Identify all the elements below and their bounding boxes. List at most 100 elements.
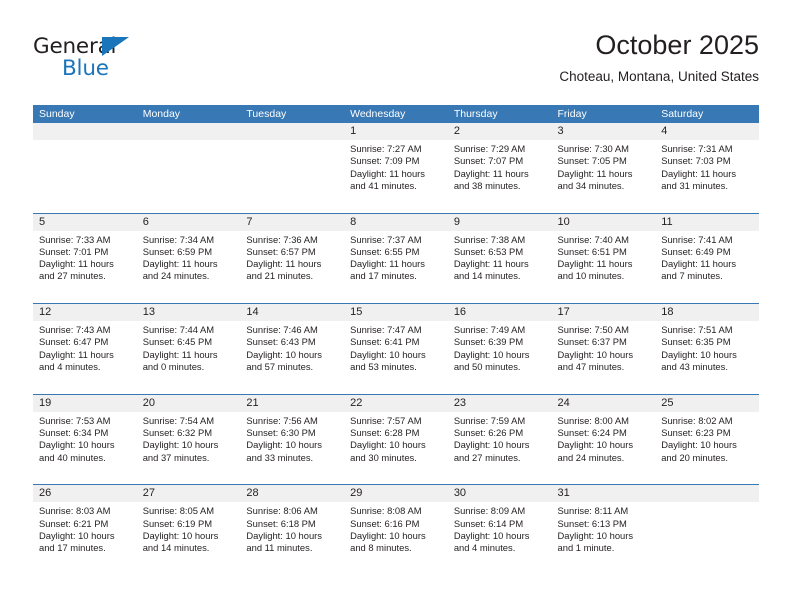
calendar-day-cell: 16 Sunrise: 7:49 AM Sunset: 6:39 PM Dayligh… [447, 304, 552, 394]
day-number: 10 [551, 213, 656, 231]
sunrise-text: Sunrise: 7:36 AM [246, 233, 318, 245]
sunset-text: Sunset: 7:03 PM [661, 155, 731, 167]
day-number: 28 [240, 485, 345, 503]
calendar-day-cell-empty [240, 123, 345, 213]
day-number [240, 123, 345, 140]
day-number: 8 [344, 213, 448, 231]
daylight-text-line2: and 53 minutes. [350, 360, 417, 372]
sunset-text: Sunset: 6:28 PM [350, 427, 420, 439]
calendar-day-cell: 3 Sunrise: 7:30 AM Sunset: 7:05 PM Daylight… [551, 123, 656, 213]
calendar-grid: Sunday Monday Tuesday Wednesday Thursday… [33, 105, 759, 575]
sunrise-text: Sunrise: 7:54 AM [142, 414, 215, 426]
weekday-header-wednesday: Wednesday [350, 108, 406, 120]
day-details: Sunrise: 7:37 AM Sunset: 6:55 PM Daylight:… [344, 231, 448, 283]
daylight-text-line1: Daylight: 10 hours [39, 439, 115, 451]
daylight-text-line2: and 0 minutes. [142, 360, 205, 372]
day-number: 13 [136, 304, 241, 322]
sunrise-text: Sunrise: 7:51 AM [661, 324, 733, 336]
day-number [655, 485, 759, 503]
daylight-text-line1: Daylight: 10 hours [350, 529, 426, 541]
day-number: 27 [136, 485, 241, 503]
calendar-day-cell: 31 Sunrise: 8:11 AM Sunset: 6:13 PM Dayligh… [551, 485, 656, 575]
daylight-text-line2: and 47 minutes. [557, 360, 625, 372]
weekday-header-saturday: Saturday [661, 108, 704, 120]
calendar-week-row: 5 Sunrise: 7:33 AM Sunset: 7:01 PM Daylight… [33, 212, 759, 304]
sunrise-text: Sunrise: 7:46 AM [246, 324, 318, 336]
daylight-text-line1: Daylight: 11 hours [246, 258, 322, 270]
daylight-text-line1: Daylight: 10 hours [350, 439, 426, 451]
daylight-text-line1: Daylight: 11 hours [142, 258, 218, 270]
weekday-header-row: Sunday Monday Tuesday Wednesday Thursday… [33, 105, 759, 123]
sunset-text: Sunset: 6:59 PM [142, 245, 213, 257]
day-number: 18 [655, 304, 759, 322]
sunset-text: Sunset: 6:49 PM [661, 245, 731, 257]
day-details: Sunrise: 7:47 AM Sunset: 6:41 PM Daylight:… [344, 321, 448, 373]
daylight-text-line2: and 24 minutes. [142, 270, 210, 282]
calendar-week-row: 1 Sunrise: 7:27 AM Sunset: 7:09 PM Daylight… [33, 123, 759, 213]
calendar-day-cell: 14 Sunrise: 7:46 AM Sunset: 6:43 PM Dayligh… [240, 304, 345, 394]
day-number: 9 [447, 213, 552, 231]
daylight-text-line1: Daylight: 10 hours [246, 348, 322, 360]
day-details: Sunrise: 8:08 AM Sunset: 6:16 PM Daylight:… [344, 502, 448, 554]
day-number: 17 [551, 304, 656, 322]
daylight-text-line1: Daylight: 11 hours [557, 258, 633, 270]
calendar-day-cell: 18 Sunrise: 7:51 AM Sunset: 6:35 PM Dayligh… [655, 304, 759, 394]
day-details: Sunrise: 8:03 AM Sunset: 6:21 PM Daylight:… [33, 502, 137, 554]
calendar-day-cell: 24 Sunrise: 8:00 AM Sunset: 6:24 PM Dayligh… [551, 394, 656, 485]
daylight-text-line2: and 21 minutes. [246, 270, 314, 282]
sunrise-text: Sunrise: 7:31 AM [661, 143, 733, 154]
calendar-day-cell: 9 Sunrise: 7:38 AM Sunset: 6:53 PM Daylight… [447, 213, 552, 304]
day-details: Sunrise: 7:49 AM Sunset: 6:39 PM Daylight:… [448, 321, 552, 373]
sunset-text: Sunset: 6:51 PM [557, 245, 627, 257]
calendar-day-cell: 28 Sunrise: 8:06 AM Sunset: 6:18 PM Dayligh… [240, 485, 345, 575]
day-details: Sunrise: 8:11 AM Sunset: 6:13 PM Daylight:… [552, 502, 656, 554]
sunset-text: Sunset: 6:57 PM [246, 245, 316, 257]
day-details: Sunrise: 7:27 AM Sunset: 7:09 PM Daylight:… [344, 140, 448, 192]
day-number: 4 [655, 123, 759, 140]
daylight-text-line2: and 34 minutes. [557, 179, 625, 191]
day-number: 22 [344, 394, 448, 412]
sunset-text: Sunset: 6:53 PM [453, 245, 524, 257]
day-number: 21 [240, 394, 345, 412]
day-number: 5 [33, 213, 137, 231]
logo-text-blue: Blue [62, 56, 109, 81]
day-details: Sunrise: 7:36 AM Sunset: 6:57 PM Daylight:… [240, 231, 344, 283]
calendar-day-cell: 7 Sunrise: 7:36 AM Sunset: 6:57 PM Daylight… [240, 213, 345, 304]
daylight-text-line1: Daylight: 10 hours [142, 529, 219, 541]
sunrise-text: Sunrise: 8:11 AM [557, 505, 629, 517]
daylight-text-line1: Daylight: 10 hours [661, 439, 737, 451]
sunset-text: Sunset: 6:30 PM [246, 427, 316, 439]
daylight-text-line1: Daylight: 11 hours [453, 167, 529, 179]
day-details: Sunrise: 7:43 AM Sunset: 6:47 PM Daylight:… [33, 321, 137, 373]
sunset-text: Sunset: 6:16 PM [350, 517, 420, 529]
day-number: 29 [344, 485, 448, 503]
daylight-text-line1: Daylight: 10 hours [350, 348, 426, 360]
day-details: Sunrise: 7:40 AM Sunset: 6:51 PM Daylight:… [552, 231, 656, 283]
logo-triangle-icon [102, 37, 129, 56]
day-number: 14 [240, 304, 345, 322]
calendar-day-cell: 10 Sunrise: 7:40 AM Sunset: 6:51 PM Dayligh… [551, 213, 656, 304]
day-number [136, 123, 241, 140]
general-blue-logo: General Blue [33, 34, 223, 92]
day-number: 23 [447, 394, 552, 412]
sunrise-text: Sunrise: 7:53 AM [39, 414, 111, 426]
sunrise-text: Sunrise: 7:57 AM [350, 414, 422, 426]
sunset-text: Sunset: 6:37 PM [557, 336, 627, 348]
daylight-text-line1: Daylight: 11 hours [661, 258, 737, 270]
day-number: 11 [655, 213, 759, 231]
sunset-text: Sunset: 6:55 PM [350, 245, 420, 257]
calendar-day-cell: 25 Sunrise: 8:02 AM Sunset: 6:23 PM Dayligh… [655, 394, 759, 485]
day-details: Sunrise: 7:29 AM Sunset: 7:07 PM Daylight:… [448, 140, 552, 192]
day-number: 25 [655, 394, 759, 412]
day-details: Sunrise: 7:57 AM Sunset: 6:28 PM Daylight:… [344, 412, 448, 464]
calendar-day-cell: 12 Sunrise: 7:43 AM Sunset: 6:47 PM Dayligh… [33, 304, 137, 394]
sunset-text: Sunset: 6:43 PM [246, 336, 316, 348]
daylight-text-line2: and 8 minutes. [350, 542, 412, 554]
daylight-text-line1: Daylight: 10 hours [453, 348, 530, 360]
sunset-text: Sunset: 6:23 PM [661, 427, 731, 439]
daylight-text-line2: and 1 minute. [557, 542, 615, 554]
weekday-header-monday: Monday [142, 108, 181, 120]
calendar-day-cell: 23 Sunrise: 7:59 AM Sunset: 6:26 PM Dayligh… [447, 394, 552, 485]
page-header: General Blue October 2025 Choteau, Monta… [33, 28, 759, 98]
day-details: Sunrise: 7:51 AM Sunset: 6:35 PM Daylight:… [655, 321, 759, 373]
